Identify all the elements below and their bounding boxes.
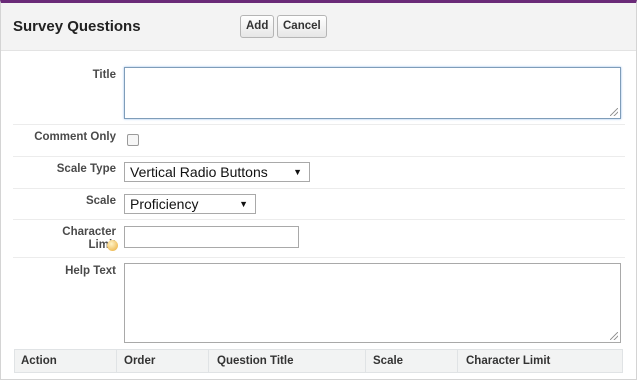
comment-only-checkbox[interactable] — [127, 134, 139, 146]
dropdown-arrow-icon: ▼ — [239, 199, 248, 209]
column-header-order[interactable]: Order — [124, 355, 155, 367]
help-text-textarea[interactable] — [124, 263, 621, 343]
scale-select[interactable]: Proficiency ▼ — [124, 194, 256, 214]
panel-header: Survey Questions Add Cancel — [1, 3, 636, 51]
column-divider — [116, 350, 117, 372]
questions-table-header: Action Order Question Title Scale Charac… — [14, 349, 623, 373]
resize-grip-icon[interactable] — [610, 108, 618, 116]
resize-grip-icon[interactable] — [610, 332, 618, 340]
scale-value: Proficiency — [130, 196, 199, 212]
cancel-button[interactable]: Cancel — [277, 15, 327, 38]
column-header-action[interactable]: Action — [21, 355, 57, 367]
scale-type-label: Scale Type — [56, 163, 116, 175]
dropdown-arrow-icon: ▼ — [293, 167, 302, 177]
character-limit-input[interactable] — [124, 226, 299, 248]
scale-label: Scale — [85, 195, 116, 207]
character-limit-label-line1: Character — [62, 226, 116, 238]
help-bubble-icon[interactable] — [107, 240, 118, 251]
column-header-character-limit[interactable]: Character Limit — [466, 355, 550, 367]
column-divider — [208, 350, 209, 372]
scale-type-value: Vertical Radio Buttons — [130, 164, 268, 180]
column-divider — [365, 350, 366, 372]
title-textarea[interactable] — [124, 67, 621, 119]
character-limit-label: Character Limit — [16, 226, 116, 252]
column-divider — [457, 350, 458, 372]
column-header-question-title[interactable]: Question Title — [217, 355, 293, 367]
help-text-label: Help Text — [65, 265, 116, 277]
title-label: Title — [92, 69, 116, 81]
comment-only-label: Comment Only — [34, 131, 116, 143]
row-divider — [13, 219, 625, 220]
row-divider — [13, 188, 625, 189]
scale-type-select[interactable]: Vertical Radio Buttons ▼ — [124, 162, 310, 182]
column-header-scale[interactable]: Scale — [373, 355, 403, 367]
add-button[interactable]: Add — [240, 15, 275, 38]
page-title: Survey Questions — [13, 18, 141, 35]
row-divider — [13, 257, 625, 258]
row-divider — [13, 156, 625, 157]
survey-questions-panel: Survey Questions Add Cancel Title Commen… — [0, 0, 637, 380]
row-divider — [13, 124, 625, 125]
